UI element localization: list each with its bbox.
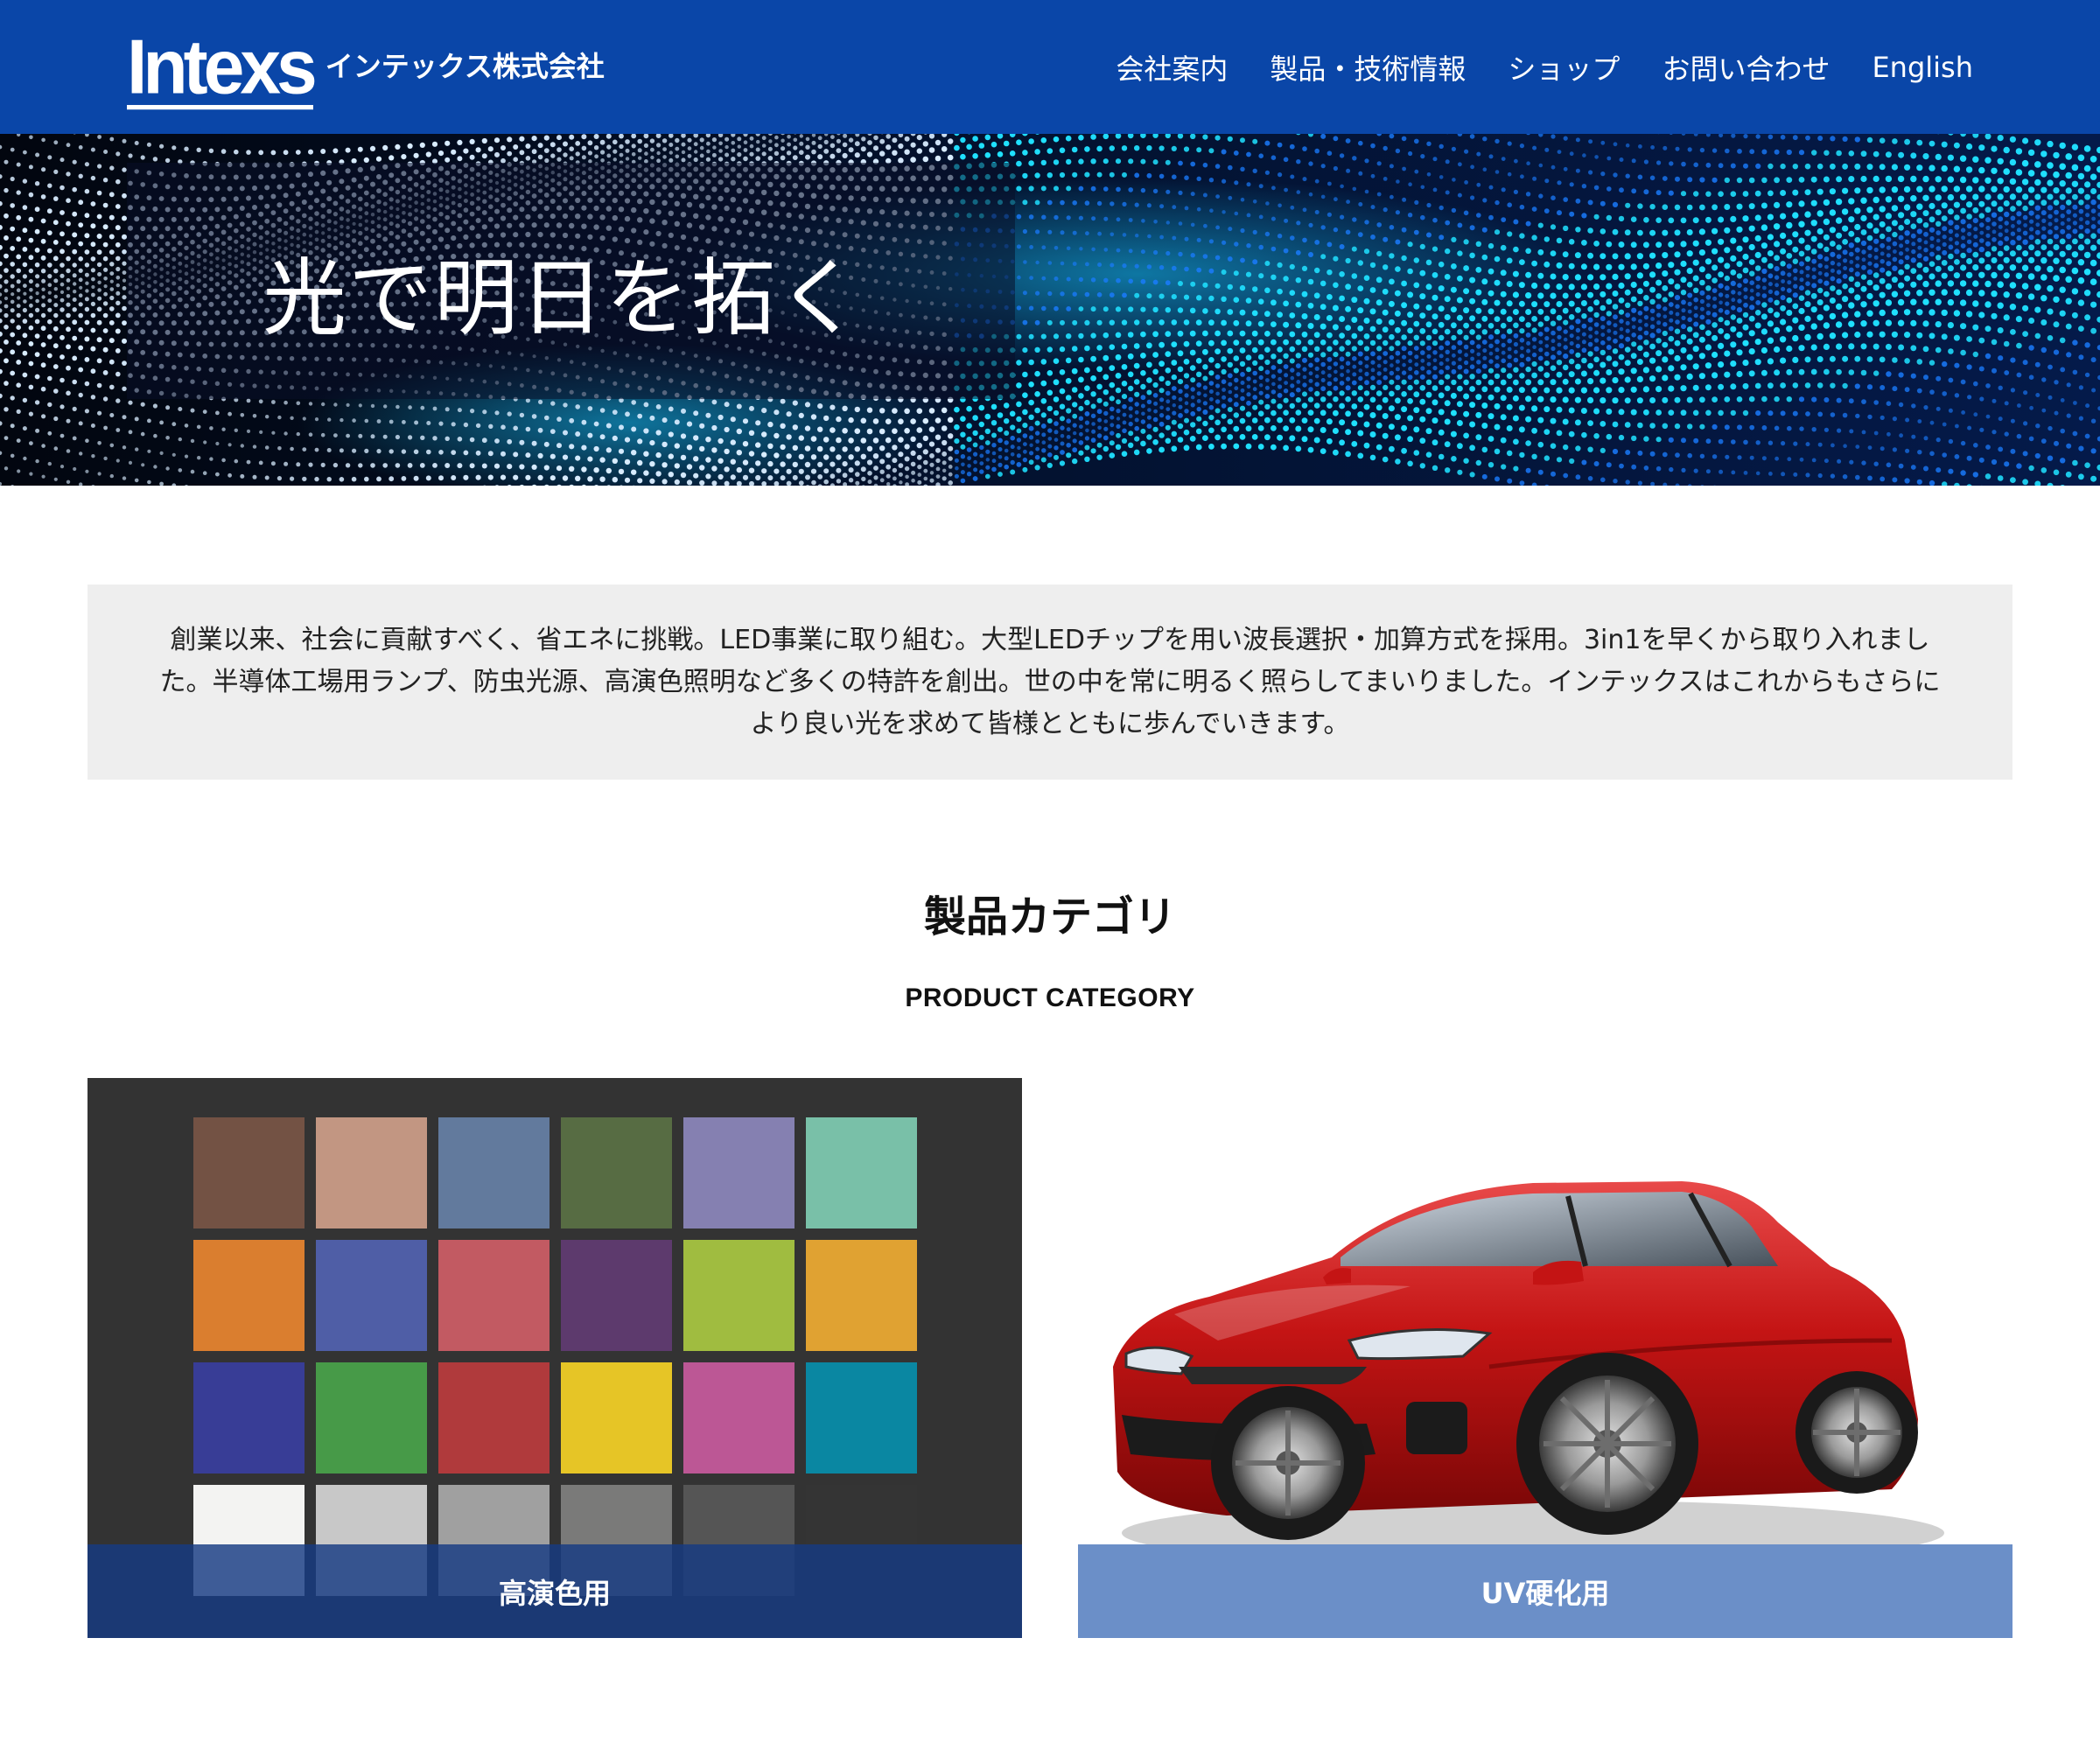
color-swatch — [683, 1362, 794, 1474]
category-card-high-cri[interactable]: 高演色用 — [88, 1078, 1022, 1638]
logo-mark: Intexs — [127, 23, 318, 109]
hero-banner: 光で明日を拓く — [0, 134, 2100, 486]
color-swatch — [806, 1240, 917, 1351]
color-swatch — [806, 1117, 917, 1228]
color-swatch — [193, 1362, 304, 1474]
color-swatch — [683, 1240, 794, 1351]
site-logo[interactable]: Intexs インテックス株式会社 — [127, 24, 605, 112]
color-swatch — [193, 1240, 304, 1351]
color-swatch — [316, 1362, 427, 1474]
section-title: 製品カテゴリ — [923, 892, 1176, 942]
nav-item-company[interactable]: 会社案内 — [1116, 52, 1228, 86]
color-swatch — [438, 1240, 550, 1351]
color-swatch — [561, 1362, 672, 1474]
hero-title: 光で明日を拓く — [262, 249, 863, 347]
color-checker-chart-image — [193, 1117, 917, 1596]
color-swatch — [683, 1117, 794, 1228]
category-label: 高演色用 — [88, 1544, 1022, 1638]
color-swatch — [561, 1240, 672, 1351]
nav-item-english[interactable]: English — [1872, 51, 1973, 84]
company-name: インテックス株式会社 — [325, 50, 605, 83]
color-swatch — [316, 1117, 427, 1228]
color-swatch — [806, 1362, 917, 1474]
color-swatch — [316, 1240, 427, 1351]
nav-item-products[interactable]: 製品・技術情報 — [1270, 52, 1466, 86]
category-label: UV硬化用 — [1078, 1544, 2012, 1638]
color-swatch — [193, 1117, 304, 1228]
section-subtitle: PRODUCT CATEGORY — [905, 984, 1195, 1012]
site-header: Intexs インテックス株式会社 会社案内 製品・技術情報 ショップ お問い合… — [0, 0, 2100, 134]
main-nav: 会社案内 製品・技術情報 ショップ お問い合わせ English — [1116, 46, 1973, 89]
nav-item-shop[interactable]: ショップ — [1508, 52, 1620, 86]
color-swatch — [438, 1117, 550, 1228]
color-swatch — [438, 1362, 550, 1474]
color-swatch — [561, 1117, 672, 1228]
category-card-uv-curing[interactable]: UV硬化用 — [1078, 1078, 2012, 1638]
intro-text: 創業以来、社会に貢献すべく、省エネに挑戦。LED事業に取り組む。大型LEDチップ… — [159, 624, 1941, 739]
company-intro: 創業以来、社会に貢献すべく、省エネに挑戦。LED事業に取り組む。大型LEDチップ… — [88, 584, 2012, 780]
nav-item-contact[interactable]: お問い合わせ — [1662, 52, 1830, 86]
